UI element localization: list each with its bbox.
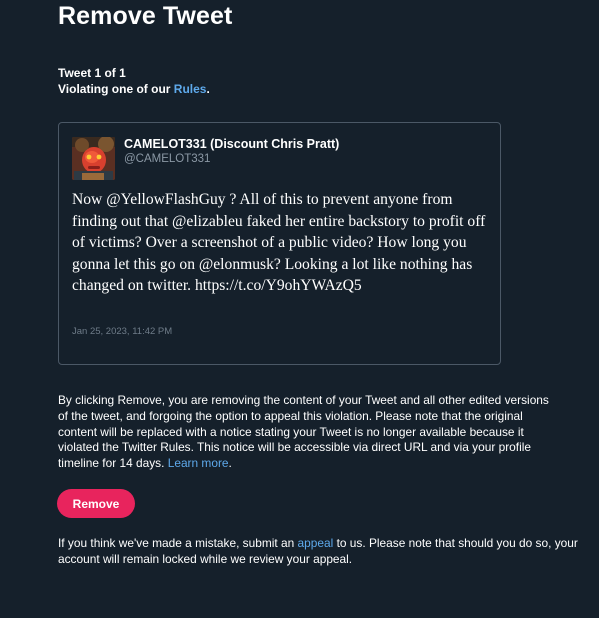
appeal-link[interactable]: appeal [298, 536, 334, 550]
page-title: Remove Tweet [58, 2, 233, 30]
violation-notice: Violating one of our Rules. [58, 82, 210, 96]
tweet-card: CAMELOT331 (Discount Chris Pratt) @CAMEL… [58, 122, 501, 365]
disclaimer-suffix: . [228, 456, 232, 471]
tweet-timestamp: Jan 25, 2023, 11:42 PM [72, 326, 173, 337]
learn-more-link[interactable]: Learn more [168, 456, 229, 470]
removal-disclaimer: By clicking Remove, you are removing the… [58, 393, 558, 472]
disclaimer-text: By clicking Remove, you are removing the… [58, 393, 549, 471]
appeal-prefix: If you think we've made a mistake, submi… [58, 536, 298, 550]
violation-suffix: . [206, 82, 210, 96]
user-avatar-icon [72, 137, 115, 180]
tweet-counter: Tweet 1 of 1 [58, 66, 126, 80]
tweet-author-handle: @CAMELOT331 [124, 153, 211, 165]
remove-button[interactable]: Remove [57, 489, 135, 518]
avatar [72, 137, 115, 180]
rules-link[interactable]: Rules [174, 82, 207, 96]
appeal-notice: If you think we've made a mistake, submi… [58, 536, 578, 568]
violation-prefix: Violating one of our [58, 82, 174, 96]
tweet-author-name: CAMELOT331 (Discount Chris Pratt) [124, 137, 340, 151]
tweet-text: Now @YellowFlashGuy ? All of this to pre… [72, 191, 486, 295]
